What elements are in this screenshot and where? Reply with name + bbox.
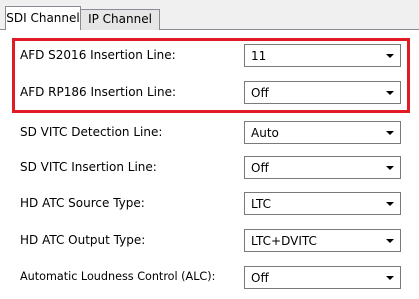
- setting-row-sd-vitc-detection: SD VITC Detection Line: Auto: [0, 117, 419, 149]
- hd-atc-output-value: LTC+DVITC: [251, 234, 317, 248]
- sd-vitc-insertion-label: SD VITC Insertion Line:: [20, 160, 157, 174]
- setting-row-alc: Automatic Loudness Control (ALC): Off: [0, 262, 419, 294]
- setting-row-hd-atc-source: HD ATC Source Type: LTC: [0, 188, 419, 220]
- hd-atc-source-type-select[interactable]: LTC: [244, 192, 401, 215]
- sd-vitc-detection-line-select[interactable]: Auto: [244, 121, 401, 144]
- hd-atc-output-label: HD ATC Output Type:: [20, 233, 146, 247]
- sd-vitc-insertion-value: Off: [251, 161, 269, 175]
- sd-vitc-insertion-line-select[interactable]: Off: [244, 156, 401, 179]
- sd-vitc-detection-value: Auto: [251, 126, 279, 140]
- hd-atc-source-label: HD ATC Source Type:: [20, 196, 145, 210]
- alc-value: Off: [251, 271, 269, 285]
- alc-label: Automatic Loudness Control (ALC):: [20, 270, 216, 283]
- setting-row-hd-atc-output: HD ATC Output Type: LTC+DVITC: [0, 225, 419, 257]
- sd-vitc-detection-label: SD VITC Detection Line:: [20, 125, 163, 139]
- chevron-down-icon: [386, 202, 394, 206]
- hd-atc-output-type-select[interactable]: LTC+DVITC: [244, 229, 401, 252]
- chevron-down-icon: [386, 131, 394, 135]
- chevron-down-icon: [386, 166, 394, 170]
- tab-sdi-channel[interactable]: SDI Channel: [5, 6, 81, 30]
- tab-ip-channel[interactable]: IP Channel: [80, 9, 160, 30]
- automatic-loudness-control-select[interactable]: Off: [244, 266, 401, 289]
- channel-tabs: SDI Channel IP Channel: [0, 0, 419, 30]
- chevron-down-icon: [386, 239, 394, 243]
- setting-row-sd-vitc-insertion: SD VITC Insertion Line: Off: [0, 152, 419, 184]
- highlight-box: [12, 38, 410, 113]
- hd-atc-source-value: LTC: [251, 197, 272, 211]
- chevron-down-icon: [386, 276, 394, 280]
